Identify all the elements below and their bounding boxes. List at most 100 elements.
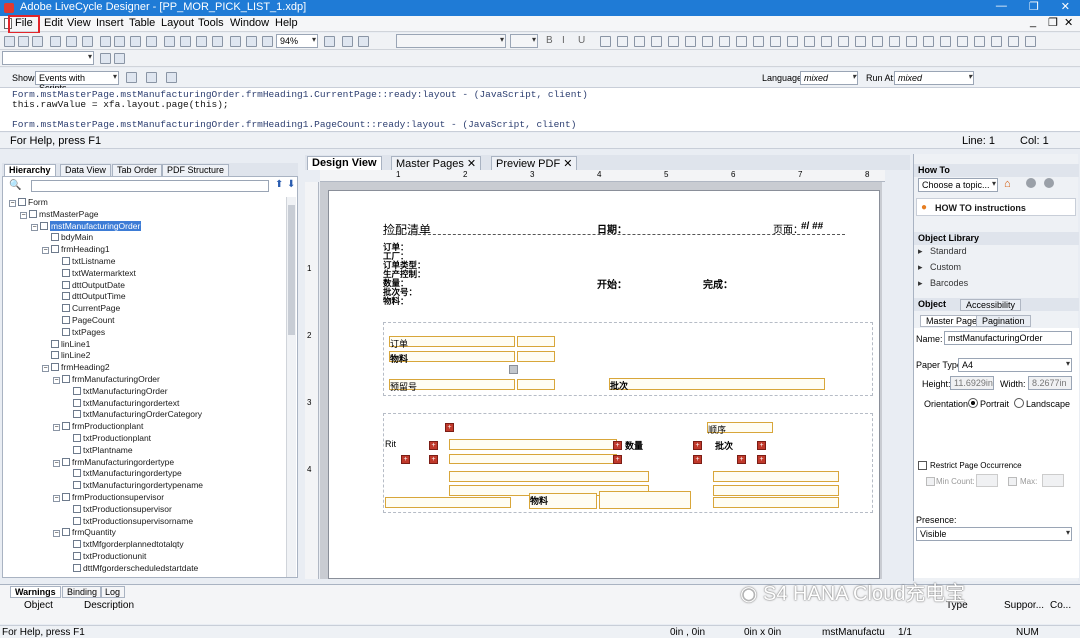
form-page[interactable]: 捡配清单 日期： 页面： #/ ## 订单： 工厂： 订单类型： 生产控制： 数量： 批次… bbox=[328, 190, 880, 579]
toolbar-icon-1[interactable] bbox=[4, 36, 15, 47]
script-syntax-icon[interactable] bbox=[166, 72, 177, 83]
align-icon-20[interactable] bbox=[923, 36, 934, 47]
menu-help[interactable]: Help bbox=[275, 17, 298, 29]
collapse-icon[interactable]: − bbox=[42, 247, 49, 255]
tree-scrollbar[interactable] bbox=[286, 197, 296, 577]
minimize-button[interactable]: — bbox=[996, 0, 1007, 13]
tree-item[interactable]: txtManufacturingordertype bbox=[64, 468, 182, 480]
tree-item[interactable]: txtManufacturingordertext bbox=[64, 398, 179, 410]
tree-item[interactable]: − Form bbox=[9, 197, 48, 209]
toolbar-icon-6[interactable] bbox=[82, 36, 93, 47]
font-combo[interactable]: ▾ bbox=[396, 34, 506, 48]
menu-layout[interactable]: Layout bbox=[161, 17, 194, 29]
align-icon-17[interactable] bbox=[872, 36, 883, 47]
tree-item[interactable]: − frmHeading2 bbox=[42, 362, 110, 374]
align-icon-9[interactable] bbox=[736, 36, 747, 47]
collapse-icon[interactable]: − bbox=[42, 365, 49, 373]
search-icon[interactable]: 🔍 bbox=[9, 180, 21, 191]
landscape-radio[interactable] bbox=[1014, 398, 1024, 408]
howto-link-box[interactable]: ● HOW TO instructions bbox=[916, 198, 1076, 216]
toolbar-icon-13[interactable] bbox=[196, 36, 207, 47]
object-combo[interactable]: ▾ bbox=[2, 51, 94, 65]
tree-item[interactable]: CurrentPage bbox=[53, 303, 120, 315]
col-object[interactable]: Object bbox=[24, 600, 53, 611]
scrollbar-thumb[interactable] bbox=[288, 205, 295, 335]
add-row-button-3[interactable]: + bbox=[429, 455, 438, 464]
align-icon-10[interactable] bbox=[753, 36, 764, 47]
object-library-item[interactable]: ▸ Barcodes bbox=[918, 278, 968, 289]
align-icon-14[interactable] bbox=[821, 36, 832, 47]
align-icon-15[interactable] bbox=[838, 36, 849, 47]
toolbar-icon-b3[interactable] bbox=[358, 36, 369, 47]
seq-field[interactable]: 顺序 bbox=[707, 422, 773, 435]
doc-restore-button[interactable]: ❐ bbox=[1048, 16, 1058, 29]
add-batch-button[interactable]: + bbox=[757, 441, 766, 450]
align-icon-16[interactable] bbox=[855, 36, 866, 47]
tb2-icon-1[interactable] bbox=[100, 53, 111, 64]
doc-close-button[interactable]: ✕ bbox=[1064, 16, 1073, 29]
collapse-icon[interactable]: − bbox=[20, 211, 27, 219]
collapse-icon[interactable]: − bbox=[53, 459, 60, 467]
toolbar-icon-11[interactable] bbox=[164, 36, 175, 47]
tree-item[interactable]: txtWatermarktext bbox=[53, 268, 136, 280]
collapse-icon[interactable]: − bbox=[53, 424, 60, 432]
tree-item[interactable]: txtPlantname bbox=[64, 445, 133, 457]
tree-item[interactable]: txtProductionsupervisor bbox=[64, 504, 172, 516]
tb2-icon-2[interactable] bbox=[114, 53, 125, 64]
expand-icon[interactable]: ▸ bbox=[918, 278, 923, 288]
tab-hierarchy[interactable]: Hierarchy bbox=[4, 164, 56, 176]
tab-master-pages[interactable]: Master Pages ✕ bbox=[391, 156, 482, 170]
toolbar-icon-17[interactable] bbox=[262, 36, 273, 47]
tab-binding[interactable]: Binding bbox=[62, 586, 103, 598]
align-icon-3[interactable] bbox=[634, 36, 645, 47]
material2-value-field[interactable] bbox=[599, 491, 691, 509]
tab-warnings[interactable]: Warnings bbox=[10, 586, 61, 598]
arrow-up-icon[interactable]: ⬆ bbox=[275, 179, 283, 190]
toolbar-icon-16[interactable] bbox=[246, 36, 257, 47]
tree-item[interactable]: − frmProductionsupervisor bbox=[53, 492, 164, 504]
add-rit-button[interactable]: + bbox=[429, 441, 438, 450]
back-icon[interactable] bbox=[1026, 178, 1036, 188]
item-row-field-6[interactable] bbox=[713, 497, 839, 508]
tab-data-view[interactable]: Data View bbox=[60, 164, 111, 176]
tree-item[interactable]: txtProductionsupervisorname bbox=[64, 516, 193, 528]
expand-handle[interactable] bbox=[509, 365, 518, 374]
item-row-field-1[interactable] bbox=[449, 471, 649, 482]
run-at-combo[interactable]: mixed ▾ bbox=[894, 71, 974, 85]
tree-item[interactable]: − frmHeading1 bbox=[42, 244, 110, 256]
add-row-button-2[interactable]: + bbox=[401, 455, 410, 464]
tab-master-page[interactable]: Master Page bbox=[920, 315, 984, 327]
hierarchy-search-input[interactable] bbox=[31, 180, 269, 192]
bold-button[interactable]: B bbox=[546, 35, 553, 46]
toolbar-icon-9[interactable] bbox=[130, 36, 141, 47]
align-icon-6[interactable] bbox=[685, 36, 696, 47]
tree-item[interactable]: − frmProductionplant bbox=[53, 421, 143, 433]
col-co[interactable]: Co... bbox=[1050, 600, 1071, 611]
order-field[interactable]: 订单 bbox=[389, 336, 515, 349]
script-check-icon[interactable] bbox=[126, 72, 137, 83]
howto-topic-combo[interactable]: Choose a topic... ▾ bbox=[918, 178, 998, 192]
tree-item[interactable]: bdyMain bbox=[42, 232, 93, 244]
collapse-icon[interactable]: − bbox=[53, 530, 60, 538]
item-row-field-2[interactable] bbox=[713, 471, 839, 482]
col-description[interactable]: Description bbox=[84, 600, 134, 611]
order-value-field[interactable] bbox=[517, 336, 555, 347]
align-icon-11[interactable] bbox=[770, 36, 781, 47]
tree-item[interactable]: txtProductionunit bbox=[64, 551, 146, 563]
object-library-item[interactable]: ▸ Custom bbox=[918, 262, 961, 273]
menu-insert[interactable]: Insert bbox=[96, 17, 124, 29]
material-field[interactable]: 物料 bbox=[389, 351, 515, 364]
tree-item[interactable]: − frmManufacturingordertype bbox=[53, 457, 174, 469]
align-icon-1[interactable] bbox=[600, 36, 611, 47]
material-value-field[interactable] bbox=[517, 351, 555, 362]
tree-item[interactable]: txtPages bbox=[53, 327, 105, 339]
menu-window[interactable]: Window bbox=[230, 17, 269, 29]
align-icon-19[interactable] bbox=[906, 36, 917, 47]
language-combo[interactable]: mixed ▾ bbox=[800, 71, 858, 85]
tree-item[interactable]: txtManufacturingOrder bbox=[64, 386, 168, 398]
align-icon-2[interactable] bbox=[617, 36, 628, 47]
tab-preview-pdf[interactable]: Preview PDF ✕ bbox=[491, 156, 578, 170]
align-icon-24[interactable] bbox=[991, 36, 1002, 47]
align-icon-18[interactable] bbox=[889, 36, 900, 47]
collapse-icon[interactable]: − bbox=[53, 495, 60, 502]
